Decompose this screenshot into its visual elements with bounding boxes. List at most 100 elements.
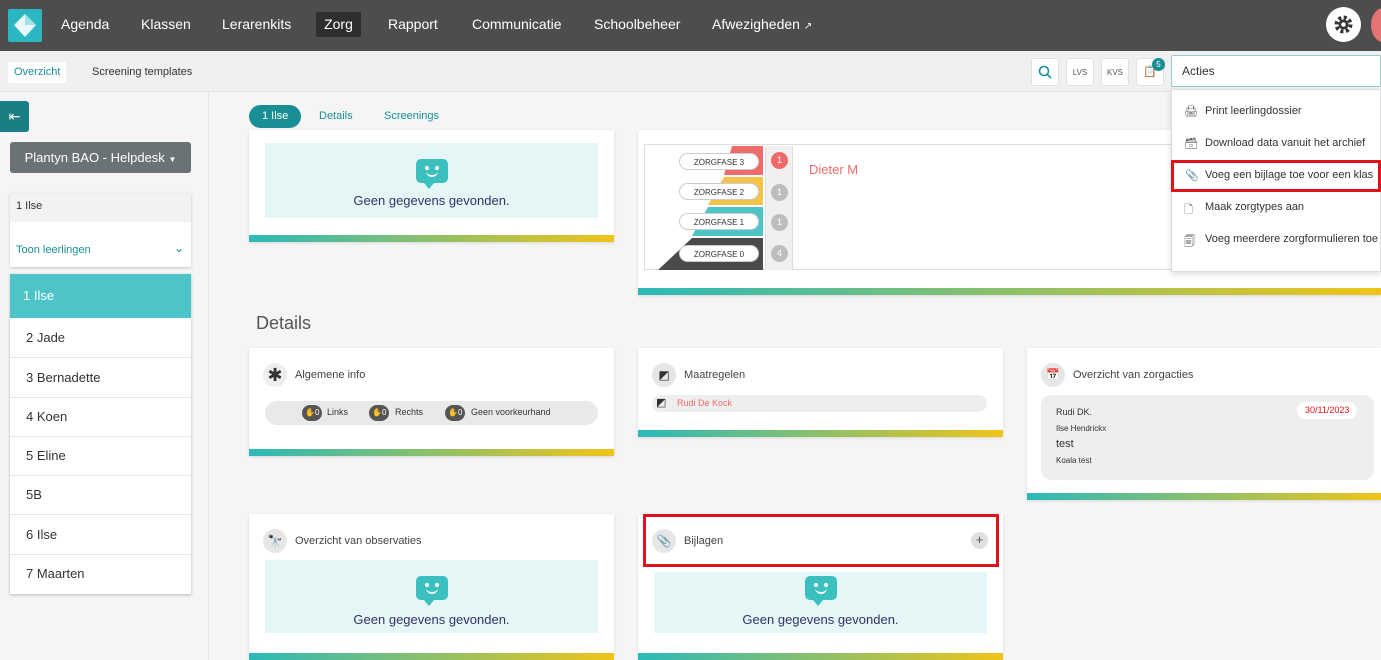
files-icon: 🗐	[1184, 236, 1195, 248]
chip-count: 0	[381, 408, 387, 417]
lvs-button[interactable]: LVS	[1066, 58, 1094, 86]
phase-count-1[interactable]: 1	[771, 214, 788, 231]
chip-count: 0	[457, 408, 463, 417]
tab-screening-templates[interactable]: Screening templates	[92, 62, 192, 83]
smiley-chat-icon	[805, 576, 837, 606]
phase-count-2[interactable]: 1	[771, 184, 788, 201]
zorgactie-date: 30/11/2023	[1297, 402, 1358, 419]
printer-icon: 🖨	[1184, 106, 1198, 118]
card-gradient	[1027, 493, 1381, 500]
nav-lerarenkits[interactable]: Lerarenkits	[222, 0, 291, 51]
phase-count-3[interactable]: 1	[771, 152, 788, 169]
card-gradient	[638, 653, 1003, 660]
chip-links-count: ✋0	[302, 405, 323, 421]
highlight-box-menu	[1171, 160, 1381, 192]
chip-count: 0	[314, 408, 320, 417]
external-link-icon: ↗	[803, 21, 813, 32]
smiley-chat-icon	[416, 576, 448, 606]
zorgactie-title: test	[1056, 438, 1074, 450]
settings-button[interactable]	[1326, 7, 1361, 42]
tab-overzicht[interactable]: Overzicht	[8, 62, 67, 83]
app-logo[interactable]	[8, 9, 42, 42]
phase-label-2: ZORGFASE 2	[679, 183, 759, 200]
pyramid-student-link[interactable]: Dieter M	[809, 162, 858, 177]
search-icon	[1038, 65, 1052, 79]
tab-details[interactable]: Details	[319, 105, 353, 128]
card-title: Algemene info	[295, 369, 366, 381]
smiley-chat-icon	[416, 159, 448, 189]
collapse-left-icon: ⇤	[8, 108, 21, 124]
phase-label-3: ZORGFASE 3	[679, 153, 759, 170]
card-gradient	[249, 653, 614, 660]
chip-rechts-count: ✋0	[369, 405, 390, 421]
class-item-6-ilse[interactable]: 6 Ilse	[10, 515, 191, 555]
hand-icon: ✋	[305, 408, 315, 417]
class-item-3-bernadette[interactable]: 3 Bernadette	[10, 358, 191, 398]
nav-klassen[interactable]: Klassen	[141, 0, 191, 51]
phase-label-1: ZORGFASE 1	[679, 213, 759, 230]
card-gradient	[249, 235, 614, 242]
nav-agenda[interactable]: Agenda	[61, 0, 109, 51]
details-heading: Details	[256, 313, 312, 333]
class-list: 1 Ilse 2 Jade 3 Bernadette 4 Koen 5 Elin…	[10, 274, 191, 594]
class-item-2-jade[interactable]: 2 Jade	[10, 318, 191, 358]
hand-icon: ✋	[448, 408, 458, 417]
menu-item-label: Maak zorgtypes aan	[1205, 201, 1305, 213]
no-data-text: Geen gegevens gevonden.	[353, 612, 510, 627]
menu-item-label: Print leerlingdossier	[1205, 105, 1302, 117]
zorgactie-entry[interactable]: Rudi DK. Ilse Hendrickx test Koala test …	[1041, 395, 1374, 480]
maatregel-person: Rudi De Kock	[677, 398, 733, 408]
no-data-panel: Geen gegevens gevonden.	[265, 560, 598, 633]
maatregel-row[interactable]: ◩ Rudi De Kock	[652, 395, 987, 412]
nav-afwezigheden[interactable]: Afwezigheden ↗	[712, 0, 812, 51]
nav-communicatie[interactable]: Communicatie	[472, 0, 561, 51]
no-data-text: Geen gegevens gevonden.	[353, 193, 510, 208]
card-title: Maatregelen	[684, 369, 746, 381]
tab-1-ilse[interactable]: 1 Ilse	[249, 105, 302, 128]
school-selector[interactable]: Plantyn BAO - Helpdesk ▼	[10, 142, 191, 173]
class-item-5b[interactable]: 5B	[10, 475, 191, 515]
notification-badge: 5	[1152, 58, 1165, 71]
nav-rapport[interactable]: Rapport	[388, 0, 438, 51]
gear-icon	[1334, 15, 1353, 34]
calendar-icon: 📅	[1041, 363, 1065, 387]
zorgactie-student: Ilse Hendrickx	[1056, 424, 1107, 433]
top-navigation	[0, 0, 1381, 51]
card-gradient	[638, 288, 1381, 295]
zorgactie-sub: Koala test	[1056, 456, 1092, 465]
class-item-5-eline[interactable]: 5 Eline	[10, 436, 191, 476]
sidebar-divider	[208, 92, 209, 660]
zorgacties-card: 📅 Overzicht van zorgacties Rudi DK. Ilse…	[1027, 348, 1381, 500]
nav-schoolbeheer[interactable]: Schoolbeheer	[594, 0, 680, 51]
acties-dropdown[interactable]: Acties	[1171, 55, 1381, 87]
zorgactie-author: Rudi DK.	[1056, 407, 1093, 417]
archive-icon: 🗃	[1184, 138, 1198, 150]
current-class: 1 Ilse	[10, 193, 191, 222]
chip-geen-label: Geen voorkeurhand	[471, 407, 551, 417]
algemene-info-card: ✱ Algemene info ✋0 Links ✋0 Rechts ✋0 Ge…	[249, 348, 614, 456]
acties-label: Acties	[1182, 64, 1215, 78]
collapse-sidebar-button[interactable]: ⇤	[0, 101, 29, 132]
chip-links-label: Links	[327, 407, 349, 417]
kvs-button[interactable]: KVS	[1101, 58, 1129, 86]
chevron-down-icon[interactable]: ⌄	[174, 241, 184, 255]
card-gradient	[249, 449, 614, 456]
toon-leerlingen-link[interactable]: Toon leerlingen	[16, 244, 91, 256]
search-button[interactable]	[1031, 58, 1059, 86]
observaties-card: 🔭 Overzicht van observaties Geen gegeven…	[249, 514, 614, 660]
class-item-1-ilse[interactable]: 1 Ilse	[10, 274, 191, 318]
maatregel-icon: ◩	[656, 397, 667, 409]
nav-zorg[interactable]: Zorg	[316, 12, 361, 37]
asterisk-icon: ✱	[263, 363, 287, 387]
file-plus-icon: 🗋	[1184, 204, 1193, 216]
tab-screenings[interactable]: Screenings	[384, 105, 439, 128]
class-item-4-koen[interactable]: 4 Koen	[10, 397, 191, 437]
phase-count-0[interactable]: 4	[771, 245, 788, 262]
phase-label-0: ZORGFASE 0	[679, 245, 759, 262]
highlight-box-bijlagen	[643, 514, 999, 567]
class-item-7-maarten[interactable]: 7 Maarten	[10, 554, 191, 594]
card-gradient	[638, 430, 1003, 437]
nav-afwezigheden-label: Afwezigheden	[712, 16, 800, 32]
telescope-icon: 🔭	[263, 529, 287, 553]
menu-item-label: Download data vanuit het archief	[1205, 137, 1366, 149]
